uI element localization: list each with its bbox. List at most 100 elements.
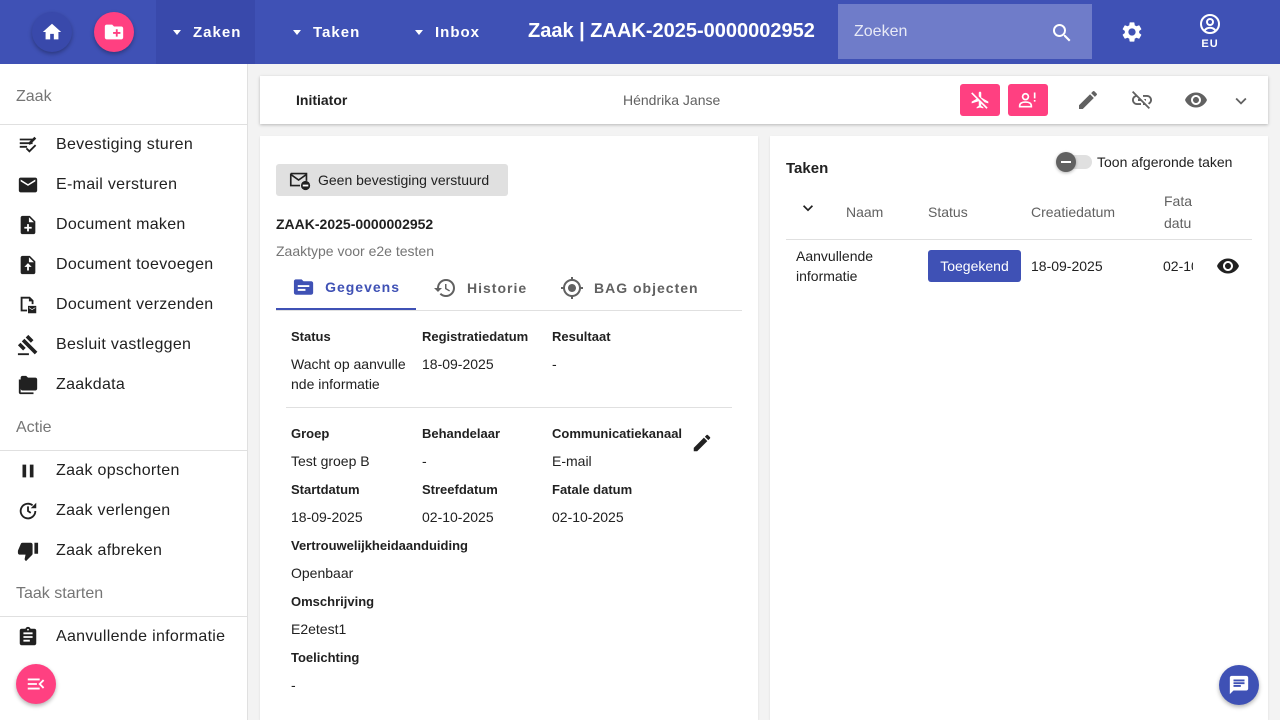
sidebar-item-bevestiging-sturen[interactable]: Bevestiging sturen (0, 125, 247, 165)
taken-table-header: Naam Status Creatiedatum Fata datu (786, 184, 1252, 240)
field-value: 18-09-2025 (422, 356, 494, 372)
view-task-button[interactable] (1216, 254, 1240, 278)
notes-button[interactable] (1219, 665, 1259, 705)
toggle-sidebar-button[interactable] (16, 664, 56, 704)
settings-button[interactable] (1120, 20, 1144, 44)
task-due-date: 02-10 (1163, 258, 1193, 274)
nav-menu-taken[interactable]: Taken (293, 0, 360, 64)
expand-all-button[interactable] (798, 198, 818, 218)
home-icon (42, 23, 62, 40)
field-label: Omschrijving (291, 594, 375, 609)
field-status: Status Wacht op aanvulle nde informatie (291, 329, 411, 394)
expand-initiator-button[interactable] (1230, 90, 1252, 112)
toggle-label: Toon afgeronde taken (1097, 154, 1233, 170)
sidebar-section-zaak: Zaak (0, 64, 247, 125)
field-value: - (422, 453, 427, 469)
nav-menu-label: Taken (313, 23, 361, 41)
zaak-details-card: Geen bevestiging verstuurd ZAAK-2025-000… (260, 136, 758, 720)
history-icon (434, 279, 455, 297)
gear-icon (1122, 22, 1142, 42)
page-title: Zaak | ZAAK-2025-0000002952 (528, 20, 815, 42)
field-value: 18-09-2025 (291, 509, 363, 525)
edit-initiator-button[interactable] (1076, 88, 1100, 112)
sidebar-item-document-maken[interactable]: Document maken (0, 205, 247, 245)
sidebar-item-zaakdata[interactable]: Zaakdata (0, 365, 247, 405)
field-label: Communicatiekanaal (552, 426, 683, 441)
toggle-thumb (1056, 152, 1076, 172)
sidebar-item-document-verzenden[interactable]: Document verzenden (0, 285, 247, 325)
caret-down-icon (415, 29, 423, 35)
show-completed-toggle[interactable]: Toon afgeronde taken (1056, 152, 1233, 172)
eye-icon (1217, 258, 1239, 274)
sidebar-item-aanvullende-informatie[interactable]: Aanvullende informatie (0, 617, 247, 657)
eye-icon (1185, 92, 1207, 108)
field-value: 02-10-2025 (552, 509, 624, 525)
field-groep: Groep Test groep B (291, 426, 370, 471)
nav-menu-inbox[interactable]: Inbox (415, 0, 480, 64)
link-off-icon (1132, 91, 1152, 109)
field-label: Status (291, 329, 331, 344)
chat-icon (1229, 675, 1249, 695)
field-omschrijving: Omschrijving E2etest1 (291, 594, 374, 639)
folder-icon (18, 375, 38, 395)
plan-item-button[interactable] (960, 84, 1000, 116)
sidebar-item-label: Zaak afbreken (56, 542, 163, 559)
field-label: Streefdatum (422, 482, 498, 497)
mail-icon (18, 177, 38, 193)
search-icon[interactable] (1050, 21, 1074, 45)
sidebar: Zaak Bevestiging sturen E-mail versturen… (0, 64, 248, 720)
mail-unsent-icon (289, 172, 311, 191)
sidebar-item-document-toevoegen[interactable]: Document toevoegen (0, 245, 247, 285)
airplane-off-icon (971, 91, 989, 109)
sidebar-item-email-versturen[interactable]: E-mail versturen (0, 165, 247, 205)
field-value: Test groep B (291, 453, 370, 469)
table-row[interactable]: Aanvullende informatie Toegekend 18-09-2… (786, 240, 1252, 292)
sidebar-item-label: Zaak opschorten (56, 462, 180, 479)
confirmation-status-label: Geen bevestiging verstuurd (318, 172, 490, 188)
sidebar-item-label: Document verzenden (56, 296, 214, 313)
zaak-type: Zaaktype voor e2e testen (276, 243, 434, 259)
tab-gegevens[interactable]: Gegevens (276, 266, 416, 310)
nav-menu-label: Zaken (193, 23, 242, 41)
nav-menu-zaken[interactable]: Zaken (156, 0, 255, 64)
field-startdatum: Startdatum 18-09-2025 (291, 482, 363, 527)
tab-label: Gegevens (325, 279, 400, 295)
initiator-alert-button[interactable] (1008, 84, 1048, 116)
field-value: - (552, 356, 557, 372)
confirmation-status-chip: Geen bevestiging verstuurd (276, 164, 508, 196)
folder-open-icon (293, 279, 314, 295)
field-value: 02-10-2025 (422, 509, 494, 525)
sidebar-item-label: Bevestiging sturen (56, 136, 194, 153)
field-label: Behandelaar (422, 426, 501, 441)
initiator-name: Héndrika Janse (623, 92, 721, 108)
new-case-button[interactable] (94, 12, 134, 52)
edit-details-button[interactable] (691, 432, 713, 454)
sidebar-item-besluit-vastleggen[interactable]: Besluit vastleggen (0, 325, 247, 365)
search-input[interactable] (838, 22, 1038, 41)
view-initiator-button[interactable] (1184, 88, 1208, 112)
sidebar-item-label: E-mail versturen (56, 176, 178, 193)
user-menu[interactable]: EU (1196, 12, 1224, 50)
taken-card: Taken Toon afgeronde taken Naam Status C… (770, 136, 1268, 720)
column-header-creatiedatum[interactable]: Creatiedatum (1031, 204, 1115, 220)
column-header-fatale-datum[interactable]: Fata datu (1164, 190, 1194, 234)
sidebar-item-zaak-opschorten[interactable]: Zaak opschorten (0, 451, 247, 491)
note-add-icon (20, 215, 36, 235)
tab-historie[interactable]: Historie (416, 266, 546, 310)
column-header-status[interactable]: Status (928, 204, 968, 220)
field-value: Openbaar (291, 565, 354, 581)
section-divider (286, 407, 732, 408)
home-button[interactable] (32, 12, 72, 52)
taken-title: Taken (786, 160, 829, 177)
person-alert-icon (1018, 92, 1036, 108)
tab-bag-objecten[interactable]: BAG objecten (546, 266, 715, 310)
unlink-initiator-button[interactable] (1130, 88, 1154, 112)
column-header-naam[interactable]: Naam (846, 204, 883, 220)
nav-menu-label: Inbox (435, 23, 480, 41)
toggle-track[interactable] (1056, 152, 1092, 172)
thumb-down-icon (17, 542, 39, 562)
zaak-tabs: Gegevens Historie BAG objecten (276, 266, 742, 311)
user-initials: EU (1201, 38, 1219, 50)
sidebar-item-zaak-afbreken[interactable]: Zaak afbreken (0, 531, 247, 571)
sidebar-item-zaak-verlengen[interactable]: Zaak verlengen (0, 491, 247, 531)
